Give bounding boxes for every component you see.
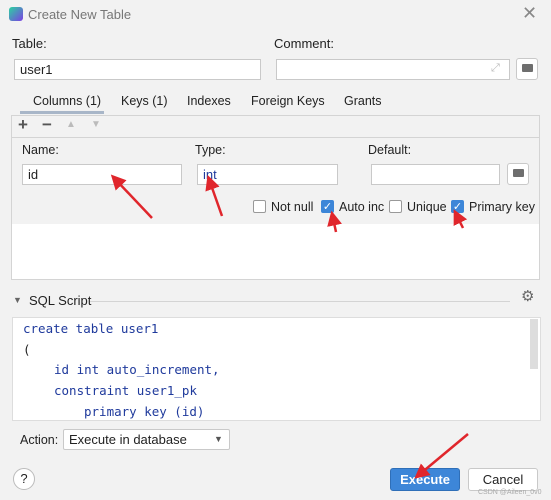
arrow bbox=[110, 174, 153, 219]
arrow bbox=[453, 209, 468, 229]
annotation-arrows bbox=[110, 174, 469, 479]
arrow bbox=[205, 174, 224, 217]
arrow bbox=[327, 210, 342, 233]
arrow bbox=[414, 433, 469, 479]
